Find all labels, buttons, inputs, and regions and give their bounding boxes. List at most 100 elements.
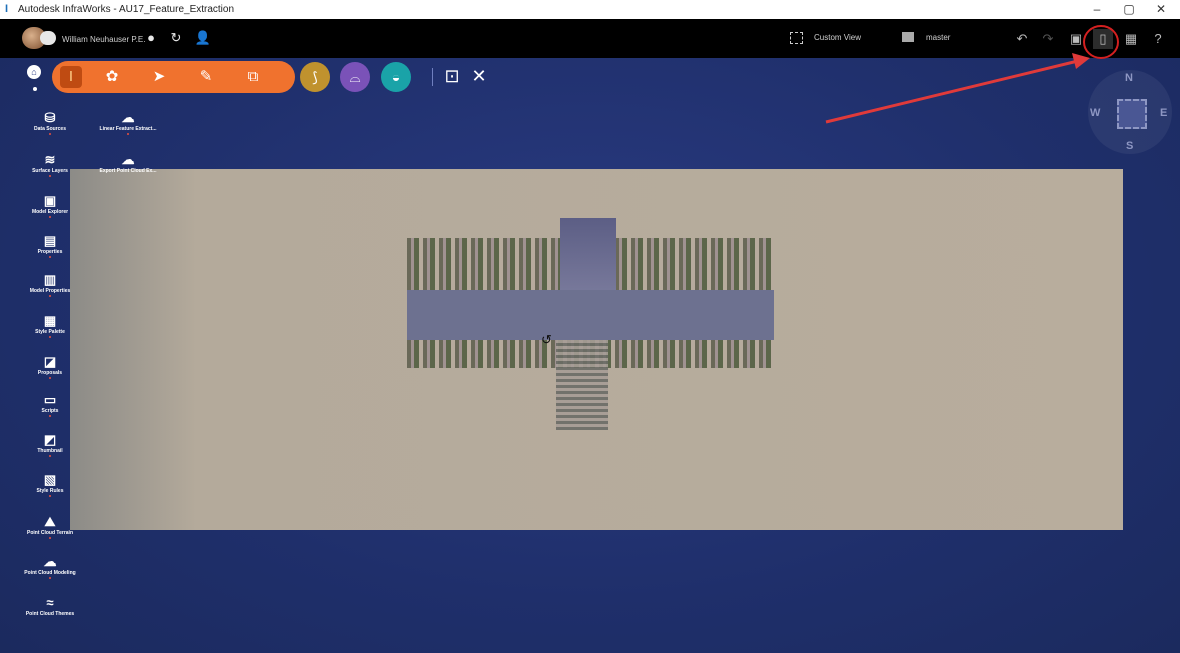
panel-model-properties[interactable]: ▥ Model Properties — [16, 272, 84, 297]
panel-data-sources[interactable]: ⛁ Data Sources — [16, 110, 84, 135]
annotation-circle — [1083, 25, 1119, 59]
panel-dot — [49, 415, 51, 417]
properties-icon: ▤ — [43, 233, 57, 248]
panel-surface-layers[interactable]: ≋ Surface Layers — [16, 152, 84, 177]
layout-grid-icon[interactable]: ▦ — [1121, 29, 1141, 49]
panel-label: Point Cloud Modeling — [24, 570, 76, 576]
compass-east: E — [1160, 107, 1168, 119]
panel-dot — [49, 495, 51, 497]
panel-label: Thumbnail — [37, 448, 63, 454]
panel-label: Scripts — [41, 408, 59, 414]
panel-dot — [49, 577, 51, 579]
panel-dot — [49, 455, 51, 457]
roadway-icon[interactable]: ⟆ — [300, 62, 330, 92]
window-titlebar: I Autodesk InfraWorks - AU17_Feature_Ext… — [0, 0, 1180, 19]
point-cloud-themes-icon: ≈ — [46, 595, 54, 610]
panel-proposals[interactable]: ◪ Proposals — [16, 354, 84, 379]
point-cloud-intersection-north — [560, 218, 616, 290]
custom-view-label: Custom View — [814, 33, 861, 42]
point-cloud-road — [407, 290, 774, 340]
panel-dot — [49, 377, 51, 379]
undo-icon[interactable]: ↶ — [1012, 29, 1032, 49]
sync-icon[interactable]: ↻ — [167, 29, 185, 47]
view-frame-icon — [790, 32, 803, 44]
panel-dot — [127, 133, 129, 135]
build-icon[interactable]: I — [60, 66, 82, 88]
view-cube[interactable] — [1117, 99, 1147, 129]
rotate-cursor-icon: ↺ — [541, 332, 552, 347]
analyze-icon[interactable]: ✿ — [101, 66, 123, 88]
branch-label: master — [926, 33, 951, 42]
panel-label: Proposals — [37, 370, 63, 376]
status-dot-icon[interactable]: ● — [142, 29, 160, 47]
panel-label: Model Explorer — [31, 209, 69, 215]
panel-model-explorer[interactable]: ▣ Model Explorer — [16, 193, 84, 218]
panel-label: Model Properties — [29, 288, 71, 294]
annotation-arrow — [825, 53, 1090, 124]
redo-icon[interactable]: ↷ — [1038, 29, 1058, 49]
model-properties-icon: ▥ — [43, 272, 57, 287]
collaborators-icon[interactable]: 👤 — [194, 29, 212, 47]
minimize-button[interactable]: – — [1082, 1, 1112, 18]
compass-west: W — [1090, 107, 1101, 119]
user-menu-icon[interactable] — [40, 31, 56, 45]
proposals-icon: ◪ — [43, 354, 57, 369]
surface-layers-icon: ≋ — [44, 152, 56, 167]
panel-style-palette[interactable]: ▦ Style Palette — [16, 313, 84, 338]
panel-scripts[interactable]: ▭ Scripts — [16, 392, 84, 417]
panel-export-point-cloud[interactable]: ☁ Export Point Cloud Ex... — [88, 152, 168, 174]
panel-properties[interactable]: ▤ Properties — [16, 233, 84, 258]
point-cloud-terrain-icon: ⛰ — [44, 514, 56, 529]
drainage-icon[interactable]: ◒ — [381, 62, 411, 92]
panel-point-cloud-themes[interactable]: ≈ Point Cloud Themes — [5, 595, 95, 617]
panel-label: Surface Layers — [32, 168, 68, 174]
panel-style-rules[interactable]: ▧ Style Rules — [16, 472, 84, 497]
sketch-icon[interactable]: ✎ — [195, 66, 217, 88]
panel-label: Style Rules — [36, 488, 64, 494]
export-point-cloud-icon: ☁ — [121, 152, 135, 167]
data-sources-icon: ⛁ — [44, 110, 56, 125]
panel-dot — [49, 175, 51, 177]
panel-label: Data Sources — [34, 126, 66, 132]
panel-point-cloud-modeling[interactable]: ☁ Point Cloud Modeling — [5, 554, 95, 579]
panel-dot — [49, 295, 51, 297]
help-icon[interactable]: ? — [1148, 29, 1168, 49]
panel-dot — [49, 133, 51, 135]
panel-dot — [49, 537, 51, 539]
copy-icon[interactable]: ⧉ — [242, 66, 264, 88]
panel-label: Point Cloud Terrain — [26, 530, 74, 536]
panel-label: Export Point Cloud Ex... — [99, 168, 157, 174]
select-icon[interactable]: ➤ — [148, 66, 170, 88]
compass-north: N — [1125, 72, 1133, 84]
thumbnail-icon: ◩ — [43, 432, 57, 447]
infraworks-app-icon: I — [5, 3, 9, 15]
point-cloud-intersection-south — [556, 340, 608, 430]
panel-point-cloud-terrain[interactable]: ⛰ Point Cloud Terrain — [5, 514, 95, 539]
restore-button[interactable]: ▢ — [1114, 1, 1144, 18]
linear-feature-extract-icon: ☁ — [121, 110, 135, 125]
panel-dot — [49, 256, 51, 258]
panel-label: Style Palette — [35, 329, 65, 335]
panel-dot — [49, 216, 51, 218]
bridge-icon[interactable]: ⌓ — [340, 62, 370, 92]
close-button[interactable]: ✕ — [1146, 1, 1176, 18]
model-explorer-icon: ▣ — [43, 193, 57, 208]
compass-south: S — [1126, 140, 1134, 152]
home-indicator-dot — [33, 87, 37, 91]
panel-linear-feature-extraction[interactable]: ☁ Linear Feature Extract... — [88, 110, 168, 135]
user-name: William Neuhauser P.E. — [62, 35, 146, 44]
panel-dot — [49, 336, 51, 338]
panel-label: Point Cloud Themes — [25, 611, 75, 617]
toolbar-separator — [432, 68, 433, 86]
settings-tools-icon[interactable]: ✕ — [467, 64, 491, 88]
style-rules-icon: ▧ — [43, 472, 57, 487]
point-cloud-modeling-icon: ☁ — [43, 554, 57, 569]
panel-label: Linear Feature Extract... — [99, 126, 157, 132]
panel-label: Properties — [37, 249, 63, 255]
presentation-icon[interactable]: ⊡ — [440, 64, 464, 88]
window-title: Autodesk InfraWorks - AU17_Feature_Extra… — [18, 4, 235, 15]
panel-thumbnail[interactable]: ◩ Thumbnail — [16, 432, 84, 457]
view-compass[interactable]: N S E W — [1088, 70, 1172, 154]
branch-icon — [902, 32, 914, 42]
home-icon[interactable]: ⌂ — [27, 65, 41, 79]
